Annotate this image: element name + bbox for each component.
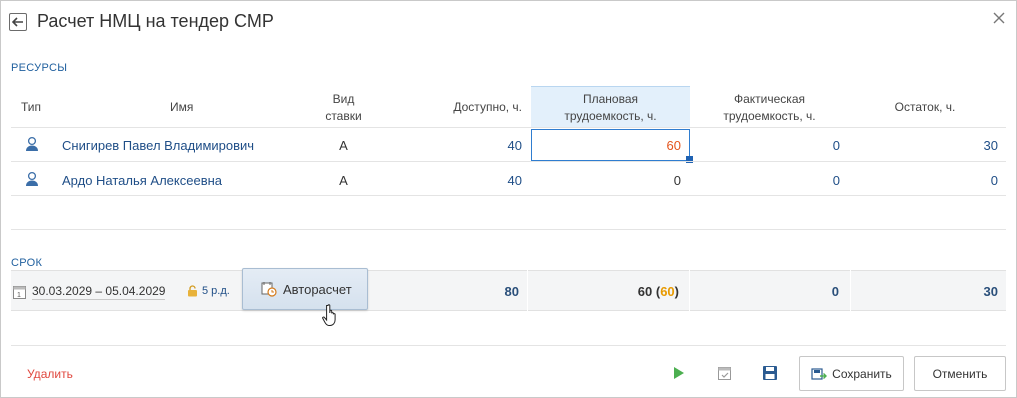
col-header-actual[interactable]: Фактическая трудоемкость, ч. — [690, 91, 849, 125]
delete-link[interactable]: Удалить — [27, 367, 73, 381]
total-available: 80 — [504, 284, 519, 299]
total-remaining: 30 — [983, 284, 998, 299]
header-divider — [11, 127, 1006, 128]
back-button[interactable] — [9, 13, 27, 31]
available-cell: 40 — [507, 138, 522, 153]
rate-type-cell[interactable]: А — [301, 138, 386, 153]
save-icon-button[interactable] — [760, 363, 780, 383]
row-divider — [11, 161, 1006, 162]
total-planned: 60 (60) — [531, 284, 679, 299]
total-planned-paren-close: ) — [674, 284, 679, 299]
autocalc-button[interactable]: Авторасчет — [242, 268, 368, 310]
calendar-check-icon — [718, 367, 731, 380]
total-planned-value: 60 — [637, 284, 653, 299]
close-button[interactable] — [990, 9, 1008, 27]
remaining-cell: 30 — [983, 138, 998, 153]
footer-divider — [11, 345, 1006, 346]
col-header-rate-type-line1: Вид — [332, 92, 355, 106]
col-header-planned-line2: трудоемкость, ч. — [564, 109, 657, 123]
totals-separator — [527, 270, 528, 311]
save-button[interactable]: Сохранить — [799, 356, 904, 391]
col-header-planned-line1: Плановая — [582, 92, 638, 106]
table-end-divider — [11, 229, 1006, 230]
person-icon — [26, 171, 38, 186]
cancel-button[interactable]: Отменить — [914, 356, 1006, 391]
calendar-clock-icon — [261, 282, 277, 297]
floppy-disk-icon — [763, 366, 777, 380]
col-header-type[interactable]: Тип — [21, 99, 41, 116]
run-button[interactable] — [669, 363, 689, 383]
planned-cell[interactable]: 0 — [531, 173, 681, 188]
hand-cursor-icon — [322, 304, 336, 326]
resources-section-label: РЕСУРСЫ — [11, 62, 68, 74]
dialog: Расчет НМЦ на тендер СМР РЕСУРСЫ Тип Имя… — [0, 0, 1017, 398]
total-planned-extra: 60 — [660, 284, 675, 299]
actual-cell: 0 — [832, 138, 840, 153]
arrow-left-icon — [12, 17, 23, 27]
date-range-field[interactable]: 1 30.03.2029 – 05.04.2029 — [13, 284, 166, 300]
col-header-rate-type-line2: ставки — [325, 109, 362, 123]
term-section-label: СРОК — [11, 257, 43, 269]
col-header-actual-line1: Фактическая — [734, 92, 805, 106]
autocalc-label: Авторасчет — [283, 281, 352, 297]
col-header-remaining[interactable]: Остаток, ч. — [849, 99, 1001, 116]
dialog-title: Расчет НМЦ на тендер СМР — [37, 11, 274, 31]
save-button-label: Сохранить — [832, 366, 892, 381]
actual-cell: 0 — [832, 173, 840, 188]
remaining-cell: 0 — [990, 173, 998, 188]
col-header-planned[interactable]: Плановая трудоемкость, ч. — [531, 91, 690, 125]
close-icon — [993, 12, 1005, 24]
col-header-rate-type[interactable]: Вид ставки — [301, 91, 386, 125]
lock-icon — [188, 285, 197, 297]
row-divider — [11, 195, 1006, 196]
person-icon — [26, 136, 38, 151]
resource-name-link[interactable]: Ардо Наталья Алексеевна — [62, 173, 222, 188]
duration[interactable]: 5 р.д. — [187, 285, 230, 297]
col-header-available[interactable]: Доступно, ч. — [387, 99, 522, 116]
col-header-name[interactable]: Имя — [170, 99, 193, 116]
save-export-icon — [811, 367, 828, 380]
svg-text:1: 1 — [17, 292, 21, 299]
calendar-icon: 1 — [13, 286, 26, 299]
schedule-button[interactable] — [715, 363, 735, 383]
total-actual: 0 — [831, 284, 839, 299]
col-header-actual-line2: трудоемкость, ч. — [723, 109, 816, 123]
duration-value: 5 р.д. — [202, 285, 230, 297]
total-planned-paren-open: ( — [652, 284, 661, 299]
rate-type-cell[interactable]: А — [301, 173, 386, 188]
date-range-value[interactable]: 30.03.2029 – 05.04.2029 — [32, 284, 166, 300]
cancel-button-label: Отменить — [932, 366, 988, 381]
available-cell: 40 — [507, 173, 522, 188]
play-icon — [674, 367, 684, 379]
planned-cell[interactable]: 60 — [531, 138, 681, 153]
resource-name-link[interactable]: Снигирев Павел Владимирович — [62, 138, 254, 153]
